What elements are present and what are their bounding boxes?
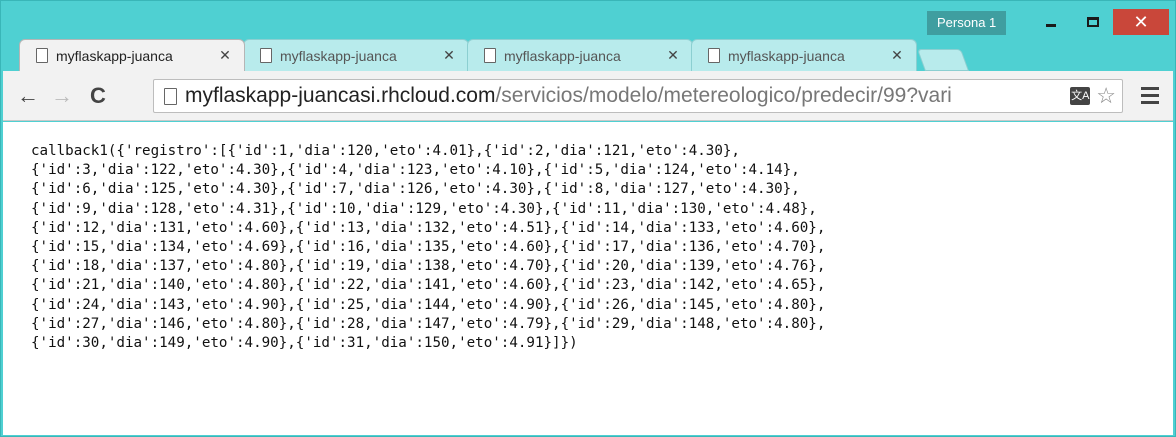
persona-button[interactable]: Persona 1 (927, 11, 1007, 35)
maximize-icon (1087, 17, 1099, 27)
tab-title: myflaskapp-juanca (56, 47, 173, 64)
response-line: {'id':18,'dia':137,'eto':4.80},{'id':19,… (31, 258, 826, 275)
menu-icon[interactable] (1141, 87, 1159, 108)
url-text[interactable]: myflaskapp-juancasi.rhcloud.com/servicio… (185, 84, 1070, 108)
minimize-button[interactable] (1031, 9, 1071, 35)
response-line: {'id':6,'dia':125,'eto':4.30},{'id':7,'d… (31, 181, 800, 198)
response-line: {'id':3,'dia':122,'eto':4.30},{'id':4,'d… (31, 162, 800, 179)
back-arrow-icon: ← (17, 83, 39, 108)
tab-strip: myflaskapp-juanca ✕ myflaskapp-juanca ✕ … (19, 39, 970, 71)
toolbar: ← → C myflaskapp-juancasi.rhcloud.com/se… (3, 71, 1173, 121)
minimize-icon (1046, 23, 1056, 27)
translate-icon[interactable]: 文A (1070, 87, 1091, 105)
close-icon: ✕ (1133, 11, 1149, 32)
maximize-button[interactable] (1073, 9, 1113, 35)
tab-1[interactable]: myflaskapp-juanca ✕ (243, 39, 469, 71)
forward-button[interactable]: → (47, 81, 77, 111)
tab-close-icon[interactable]: ✕ (662, 47, 684, 64)
response-line: {'id':12,'dia':131,'eto':4.60},{'id':13,… (31, 219, 826, 236)
close-window-button[interactable]: ✕ (1113, 9, 1169, 35)
response-line: {'id':27,'dia':146,'eto':4.80},{'id':28,… (31, 315, 826, 332)
address-bar[interactable]: myflaskapp-juancasi.rhcloud.com/servicio… (153, 79, 1123, 113)
page-icon (260, 48, 272, 63)
tab-close-icon[interactable]: ✕ (438, 47, 460, 64)
response-line: {'id':9,'dia':128,'eto':4.31},{'id':10,'… (31, 200, 817, 217)
title-bar[interactable]: Persona 1 ✕ (1, 1, 1176, 41)
tab-title: myflaskapp-juanca (280, 47, 397, 64)
jsonp-response-text: callback1({'registro':[{'id':1,'dia':120… (31, 142, 825, 353)
browser-window: Persona 1 ✕ myflaskapp-juanca ✕ myflaska… (0, 0, 1176, 437)
response-line: {'id':21,'dia':140,'eto':4.80},{'id':22,… (31, 277, 826, 294)
page-icon (164, 87, 177, 105)
tab-title: myflaskapp-juanca (504, 47, 621, 64)
page-icon (708, 48, 720, 63)
tab-close-icon[interactable]: ✕ (886, 47, 908, 64)
tab-close-icon[interactable]: ✕ (214, 47, 236, 64)
tab-3[interactable]: myflaskapp-juanca ✕ (691, 39, 917, 71)
tab-2[interactable]: myflaskapp-juanca ✕ (467, 39, 693, 71)
url-host: myflaskapp-juancasi.rhcloud.com (185, 84, 496, 107)
response-line: {'id':30,'dia':149,'eto':4.90},{'id':31,… (31, 335, 578, 352)
response-line: {'id':24,'dia':143,'eto':4.90},{'id':25,… (31, 296, 826, 313)
response-line: {'id':15,'dia':134,'eto':4.69},{'id':16,… (31, 239, 826, 256)
reload-icon: C (90, 83, 106, 108)
back-button[interactable]: ← (13, 81, 43, 111)
tab-0[interactable]: myflaskapp-juanca ✕ (19, 39, 245, 71)
page-icon (484, 48, 496, 63)
forward-arrow-icon: → (51, 83, 73, 108)
new-tab-button[interactable] (916, 49, 970, 71)
reload-button[interactable]: C (83, 81, 113, 111)
response-line: callback1({'registro':[{'id':1,'dia':120… (31, 143, 740, 159)
tab-title: myflaskapp-juanca (728, 47, 845, 64)
page-content: callback1({'registro':[{'id':1,'dia':120… (3, 122, 1173, 435)
star-icon[interactable]: ☆ (1096, 83, 1116, 109)
page-icon (36, 48, 48, 63)
url-path: /servicios/modelo/metereologico/predecir… (495, 84, 952, 107)
